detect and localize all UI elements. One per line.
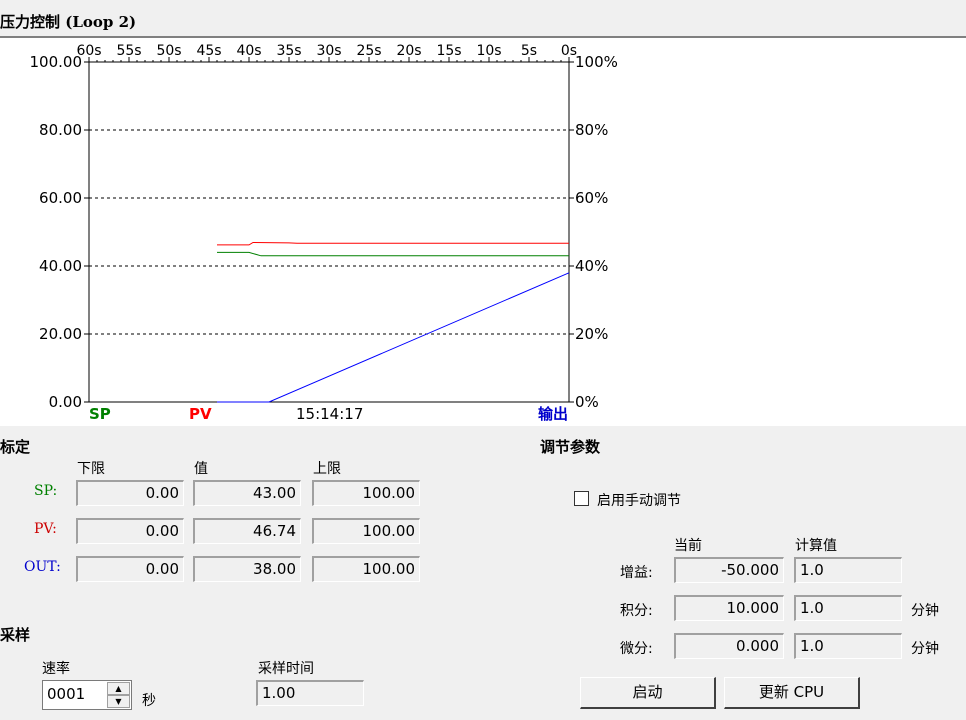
window-title: 压力控制 (Loop 2) bbox=[0, 13, 137, 31]
x-tick-label: 25s bbox=[356, 43, 381, 59]
sp-low-field[interactable]: 0.00 bbox=[76, 480, 184, 506]
gain-calc-field[interactable]: 1.0 bbox=[794, 557, 902, 583]
legend-out: 输出 bbox=[538, 405, 568, 423]
pv-low-field[interactable]: 0.00 bbox=[76, 518, 184, 544]
col-value-header: 值 bbox=[194, 461, 208, 477]
manual-tuning-label[interactable]: 启用手动调节 bbox=[597, 490, 681, 510]
plot-frame bbox=[88, 61, 570, 403]
y-tick-label-left: 40.00 bbox=[39, 257, 82, 275]
spinner-down-icon[interactable]: ▼ bbox=[107, 695, 130, 708]
sp-high-field[interactable]: 100.00 bbox=[312, 480, 420, 506]
trend-chart: 100.00 100% 80.00 80% 60.00 60% 40.00 40% 20.00 2… bbox=[30, 43, 618, 423]
start-button[interactable]: 启动 bbox=[580, 677, 716, 709]
y-tick-label-right: 40% bbox=[575, 257, 608, 275]
y-tick-label-right: 80% bbox=[575, 121, 608, 139]
window-title-bar: 压力控制 (Loop 2) bbox=[0, 0, 966, 38]
sample-time-label: 采样时间 bbox=[258, 661, 314, 677]
y-tick-label-right: 60% bbox=[575, 189, 608, 207]
x-tick-label: 40s bbox=[236, 43, 261, 59]
out-value-field[interactable]: 38.00 bbox=[193, 556, 301, 582]
tuning-title: 调节参数 bbox=[540, 438, 601, 456]
x-tick-label: 20s bbox=[396, 43, 421, 59]
pv-row-label: PV: bbox=[34, 521, 57, 537]
col-high-header: 上限 bbox=[313, 461, 341, 477]
integral-unit: 分钟 bbox=[911, 603, 939, 619]
out-row-label: OUT: bbox=[24, 559, 61, 575]
col-low-header: 下限 bbox=[77, 461, 105, 477]
legend-pv: PV bbox=[189, 405, 212, 423]
out-low-field[interactable]: 0.00 bbox=[76, 556, 184, 582]
y-tick-label-right: 0% bbox=[575, 393, 599, 411]
integral-calc-field[interactable]: 1.0 bbox=[794, 595, 902, 621]
col-calc-header: 计算值 bbox=[795, 538, 837, 554]
spinner-up-icon[interactable]: ▲ bbox=[107, 682, 130, 695]
out-high-field[interactable]: 100.00 bbox=[312, 556, 420, 582]
x-tick-label: 5s bbox=[521, 43, 537, 59]
sampling-title: 采样 bbox=[0, 626, 31, 644]
y-tick-label-left: 100.00 bbox=[30, 53, 83, 71]
rate-spinner[interactable]: 0001 ▲ ▼ bbox=[42, 680, 132, 710]
gain-current-field[interactable]: -50.000 bbox=[674, 557, 784, 583]
y-tick-label-left: 0.00 bbox=[49, 393, 82, 411]
x-tick-label: 35s bbox=[276, 43, 301, 59]
x-tick-label: 45s bbox=[196, 43, 221, 59]
integral-current-field[interactable]: 10.000 bbox=[674, 595, 784, 621]
x-tick-label: 15s bbox=[436, 43, 461, 59]
sp-value-field[interactable]: 43.00 bbox=[193, 480, 301, 506]
rate-label: 速率 bbox=[42, 661, 70, 677]
y-tick-label-left: 80.00 bbox=[39, 121, 82, 139]
y-tick-label-right: 20% bbox=[575, 325, 608, 343]
rate-value[interactable]: 0001 bbox=[47, 685, 85, 703]
pv-value-field[interactable]: 46.74 bbox=[193, 518, 301, 544]
y-tick-label-right: 100% bbox=[575, 53, 618, 71]
manual-tuning-checkbox[interactable] bbox=[574, 491, 589, 506]
x-tick-label: 50s bbox=[156, 43, 181, 59]
pv-high-field[interactable]: 100.00 bbox=[312, 518, 420, 544]
integral-label: 积分: bbox=[620, 603, 653, 619]
x-tick-label: 10s bbox=[476, 43, 501, 59]
update-cpu-button[interactable]: 更新 CPU bbox=[724, 677, 860, 709]
rate-unit: 秒 bbox=[142, 693, 156, 709]
derivative-current-field[interactable]: 0.000 bbox=[674, 633, 784, 659]
col-current-header: 当前 bbox=[674, 538, 702, 554]
x-tick-label: 55s bbox=[116, 43, 141, 59]
x-tick-label: 0s bbox=[561, 43, 577, 59]
x-tick-label: 30s bbox=[316, 43, 341, 59]
chart-timestamp: 15:14:17 bbox=[296, 405, 363, 423]
derivative-unit: 分钟 bbox=[911, 641, 939, 657]
sample-time-field[interactable]: 1.00 bbox=[256, 680, 364, 706]
derivative-label: 微分: bbox=[620, 641, 653, 657]
sp-row-label: SP: bbox=[34, 483, 58, 499]
y-tick-label-left: 20.00 bbox=[39, 325, 82, 343]
y-tick-label-left: 60.00 bbox=[39, 189, 82, 207]
scaling-title: 标定 bbox=[0, 438, 31, 456]
x-tick-label: 60s bbox=[76, 43, 101, 59]
legend-sp: SP bbox=[89, 405, 111, 423]
derivative-calc-field[interactable]: 1.0 bbox=[794, 633, 902, 659]
gain-label: 增益: bbox=[620, 565, 653, 581]
